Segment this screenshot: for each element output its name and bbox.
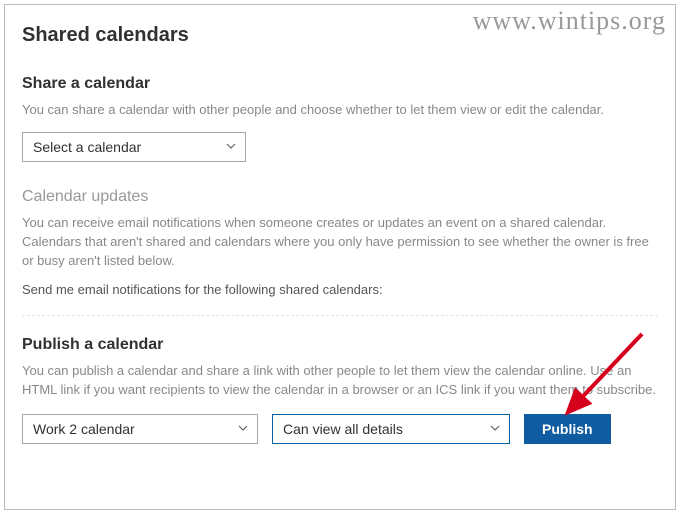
share-calendar-select[interactable]: Select a calendar <box>22 132 246 162</box>
chevron-down-icon <box>489 421 501 437</box>
publish-description: You can publish a calendar and share a l… <box>22 362 658 400</box>
share-section: Share a calendar You can share a calenda… <box>22 75 658 162</box>
page-title: Shared calendars <box>22 24 658 47</box>
updates-description: You can receive email notifications when… <box>22 214 658 271</box>
publish-controls-row: Work 2 calendar Can view all details Pub… <box>22 414 658 444</box>
section-divider <box>22 315 658 316</box>
publish-permission-select[interactable]: Can view all details <box>272 414 510 444</box>
share-heading: Share a calendar <box>22 75 658 93</box>
publish-permission-select-value: Can view all details <box>283 421 403 437</box>
publish-calendar-select-value: Work 2 calendar <box>33 421 135 437</box>
share-calendar-select-value: Select a calendar <box>33 139 141 155</box>
updates-sub-label: Send me email notifications for the foll… <box>22 282 658 297</box>
publish-button[interactable]: Publish <box>524 414 611 444</box>
page-content: Shared calendars Share a calendar You ca… <box>0 0 680 514</box>
updates-section: Calendar updates You can receive email n… <box>22 188 658 298</box>
share-description: You can share a calendar with other peop… <box>22 101 658 120</box>
chevron-down-icon <box>237 421 249 437</box>
publish-heading: Publish a calendar <box>22 336 658 354</box>
chevron-down-icon <box>225 139 237 155</box>
publish-calendar-select[interactable]: Work 2 calendar <box>22 414 258 444</box>
updates-heading: Calendar updates <box>22 188 658 206</box>
publish-section: Publish a calendar You can publish a cal… <box>22 336 658 444</box>
